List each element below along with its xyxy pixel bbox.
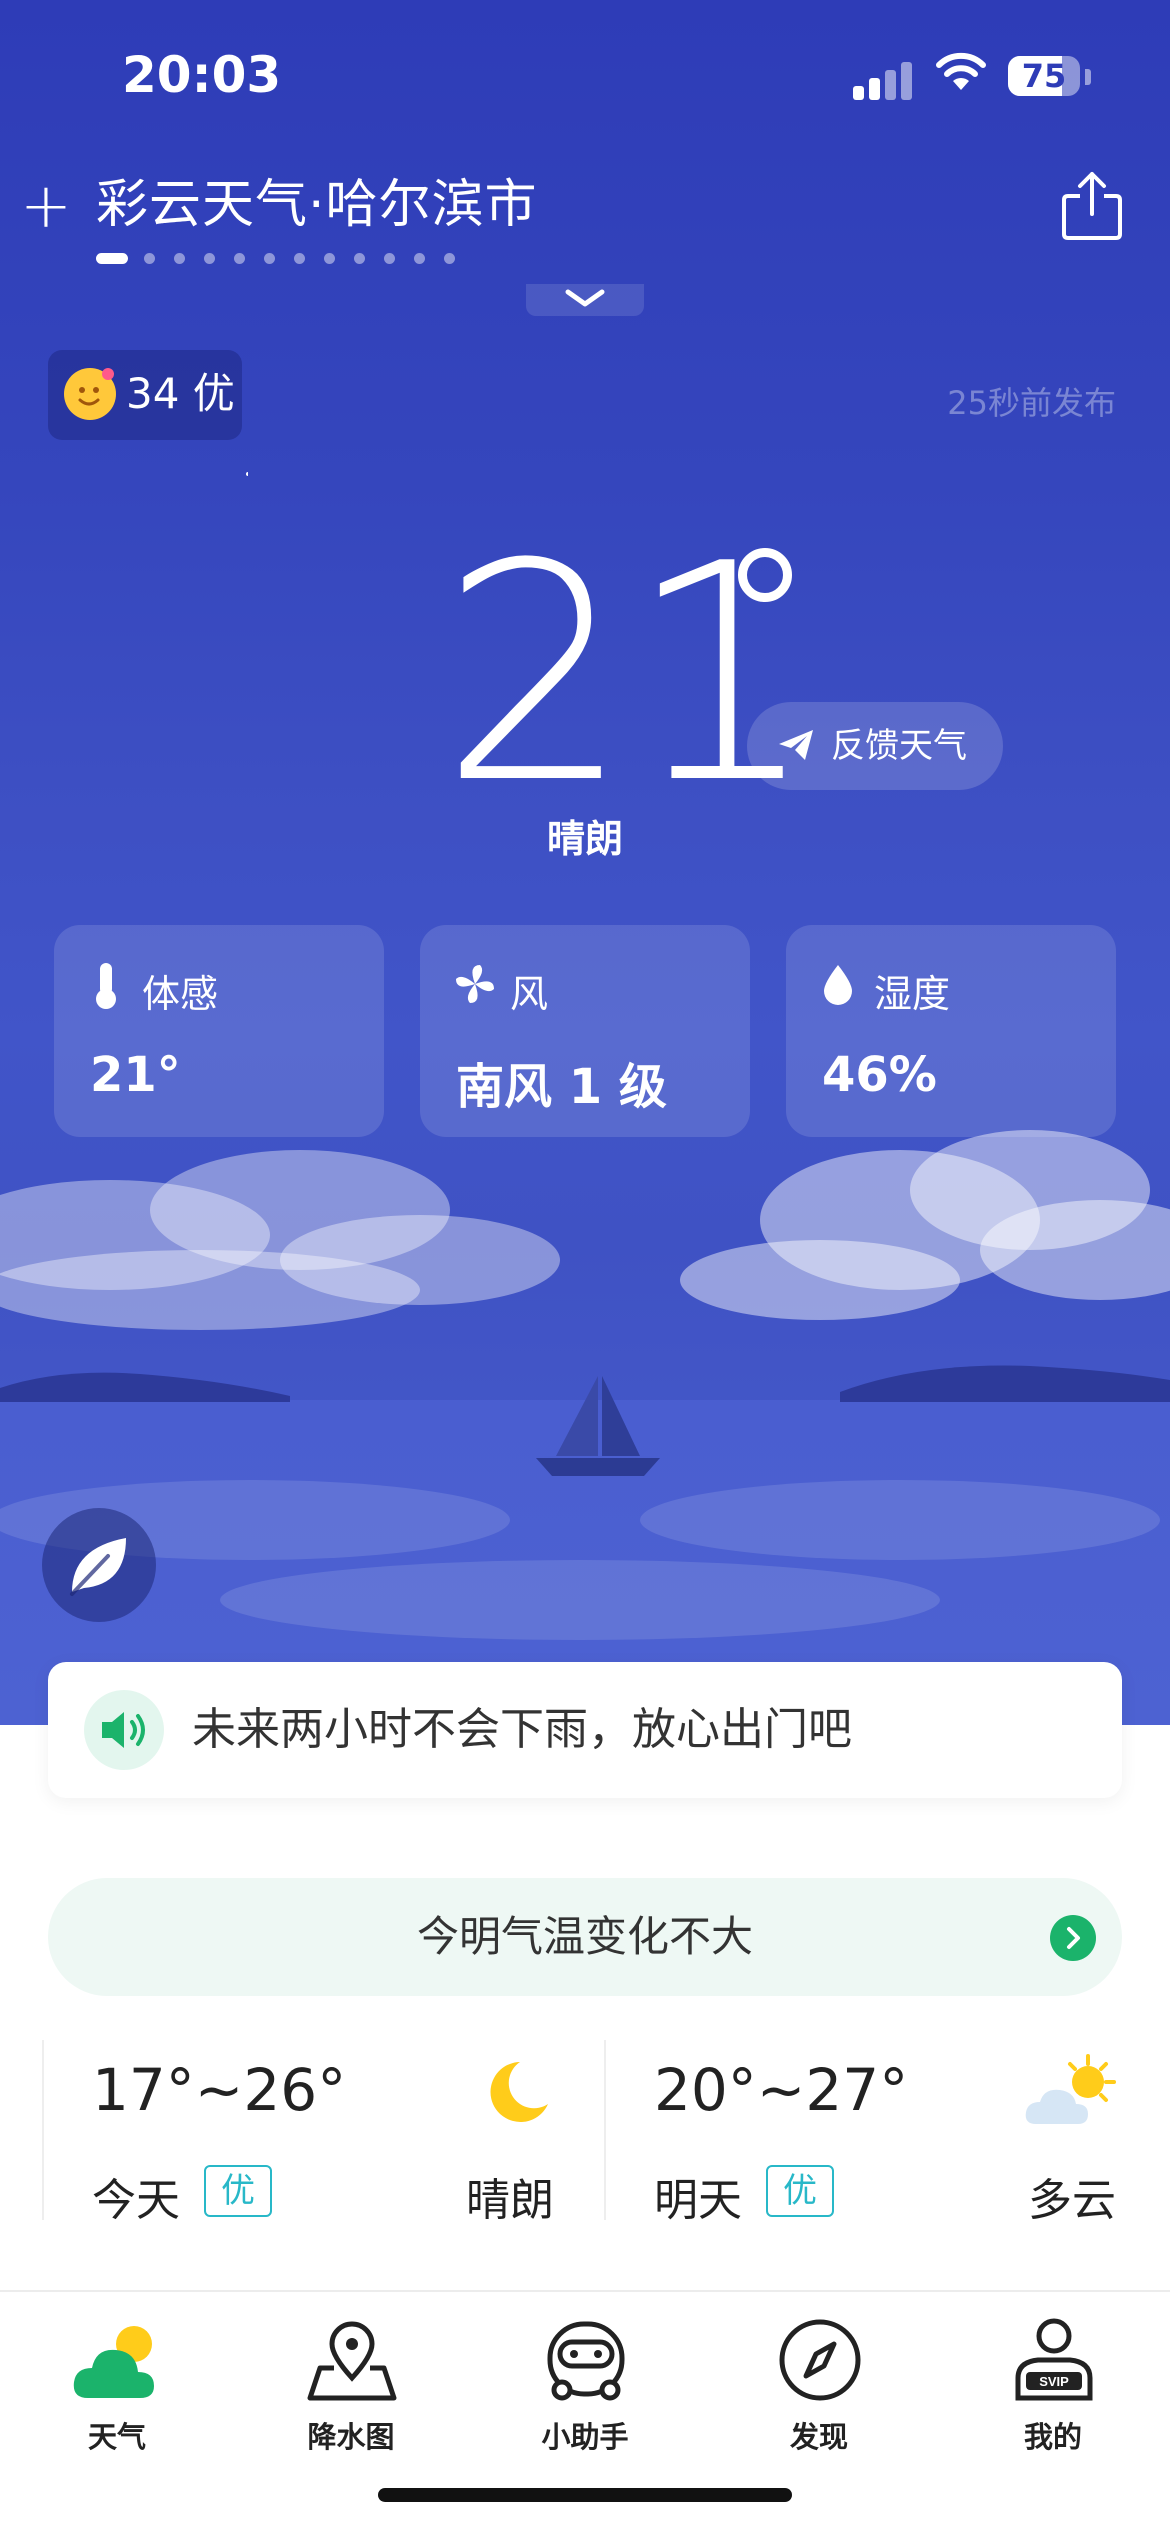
rain-notice[interactable]: 未来两小时不会下雨，放心出门吧 bbox=[48, 1662, 1122, 1798]
tab-discover[interactable]: 发现 bbox=[702, 2292, 936, 2462]
page-dot bbox=[174, 253, 185, 264]
page-dot bbox=[264, 253, 275, 264]
aqi-badge: 优 bbox=[766, 2165, 834, 2217]
card-label: 湿度 bbox=[874, 972, 951, 1016]
home-indicator[interactable] bbox=[378, 2488, 792, 2502]
share-icon[interactable] bbox=[1060, 170, 1124, 242]
battery-icon: 75 bbox=[1008, 56, 1080, 96]
temperature-trend-banner[interactable]: 今明气温变化不大 bbox=[48, 1878, 1122, 1996]
smiley-face-icon bbox=[64, 368, 116, 420]
speaker-icon bbox=[84, 1690, 164, 1770]
fan-icon bbox=[456, 965, 494, 1003]
tab-weather[interactable]: 天气 bbox=[0, 2292, 234, 2462]
card-label: 风 bbox=[510, 972, 549, 1016]
tab-label: 我的 bbox=[1023, 2420, 1082, 2454]
svg-text:SVIP: SVIP bbox=[1039, 2374, 1069, 2389]
current-condition: 晴朗 bbox=[546, 817, 623, 861]
partly-cloudy-icon bbox=[1025, 2054, 1116, 2124]
weather-app: 20:03 75 + 彩云天气·哈尔滨市 34 优 25秒前发布 21 反馈天气… bbox=[0, 0, 1170, 2532]
compass-icon bbox=[779, 2319, 861, 2401]
svip-user-icon: SVIP bbox=[1015, 2318, 1093, 2401]
day-name: 明天 bbox=[654, 2175, 742, 2226]
battery-level: 75 bbox=[1021, 57, 1067, 95]
tab-profile[interactable]: SVIP 我的 bbox=[936, 2292, 1170, 2462]
tab-precipitation-map[interactable]: 降水图 bbox=[234, 2292, 468, 2462]
weather-hero: 20:03 75 + 彩云天气·哈尔滨市 34 优 25秒前发布 21 反馈天气… bbox=[0, 0, 1170, 1725]
battery-tip bbox=[1085, 69, 1091, 85]
chevron-down-icon bbox=[565, 289, 605, 307]
aqi-badge: 优 bbox=[204, 2165, 272, 2217]
tab-label: 小助手 bbox=[541, 2420, 629, 2454]
page-dot bbox=[204, 253, 215, 264]
scenery-illustration bbox=[0, 1130, 1170, 1725]
humidity-card[interactable]: 湿度 46% bbox=[786, 925, 1116, 1137]
feels-like-card[interactable]: 体感 21° bbox=[54, 925, 384, 1137]
rain-notice-text: 未来两小时不会下雨，放心出门吧 bbox=[192, 1704, 852, 1755]
page-dot bbox=[294, 253, 305, 264]
tab-label: 发现 bbox=[789, 2420, 848, 2454]
aqi-value: 34 优 bbox=[126, 369, 235, 418]
card-value: 46% bbox=[822, 1047, 937, 1103]
moon-icon bbox=[490, 2062, 548, 2122]
top-bar: + 彩云天气·哈尔滨市 bbox=[0, 170, 1170, 250]
forecast-today[interactable]: 17°~26° 今天 优 晴朗 bbox=[40, 2040, 600, 2226]
day-condition: 晴朗 bbox=[466, 2175, 554, 2226]
tab-label: 降水图 bbox=[307, 2420, 395, 2454]
feedback-label: 反馈天气 bbox=[831, 726, 967, 766]
page-dot bbox=[144, 253, 155, 264]
page-dot bbox=[384, 253, 395, 264]
thermometer-icon bbox=[96, 963, 116, 1009]
feedback-weather-button[interactable]: 反馈天气 bbox=[747, 702, 1003, 790]
temperature-range: 17°~26° bbox=[92, 2056, 347, 2124]
add-city-button[interactable]: + bbox=[20, 175, 72, 237]
assistant-icon bbox=[547, 2321, 625, 2401]
day-condition: 多云 bbox=[1028, 2175, 1116, 2226]
chevron-right-icon bbox=[1050, 1915, 1096, 1961]
tab-assistant[interactable]: 小助手 bbox=[468, 2292, 702, 2462]
expand-handle[interactable] bbox=[526, 284, 644, 316]
water-drop-icon bbox=[824, 965, 852, 1005]
page-dot bbox=[354, 253, 365, 264]
day-name: 今天 bbox=[92, 2175, 180, 2226]
page-dot bbox=[234, 253, 245, 264]
temperature-range: 20°~27° bbox=[654, 2056, 909, 2124]
wind-card[interactable]: 风 南风 1 级 bbox=[420, 925, 750, 1137]
forecast-tomorrow[interactable]: 20°~27° 明天 优 多云 bbox=[602, 2040, 1162, 2226]
leaf-button[interactable] bbox=[42, 1508, 156, 1622]
aqi-badge[interactable]: 34 优 bbox=[48, 350, 242, 440]
card-value: 21° bbox=[90, 1047, 181, 1103]
status-bar: 20:03 75 bbox=[0, 46, 1170, 106]
card-value: 南风 1 级 bbox=[456, 1059, 667, 1115]
card-label: 体感 bbox=[142, 972, 219, 1016]
page-dot bbox=[444, 253, 455, 264]
page-dot bbox=[414, 253, 425, 264]
weather-icon bbox=[73, 2326, 154, 2398]
paper-plane-icon bbox=[779, 730, 813, 760]
trend-text: 今明气温变化不大 bbox=[416, 1912, 753, 1961]
page-dot bbox=[96, 253, 128, 264]
signal-icon bbox=[853, 60, 913, 100]
leaf-icon bbox=[70, 1538, 126, 1596]
page-dot bbox=[324, 253, 335, 264]
page-indicator bbox=[96, 248, 474, 264]
publish-time: 25秒前发布 bbox=[947, 384, 1116, 422]
city-title[interactable]: 彩云天气·哈尔滨市 bbox=[96, 170, 538, 240]
degree-symbol bbox=[738, 548, 792, 602]
map-pin-icon bbox=[307, 2321, 397, 2401]
status-time: 20:03 bbox=[122, 46, 282, 104]
tab-label: 天气 bbox=[87, 2420, 146, 2454]
wifi-icon bbox=[936, 52, 986, 90]
